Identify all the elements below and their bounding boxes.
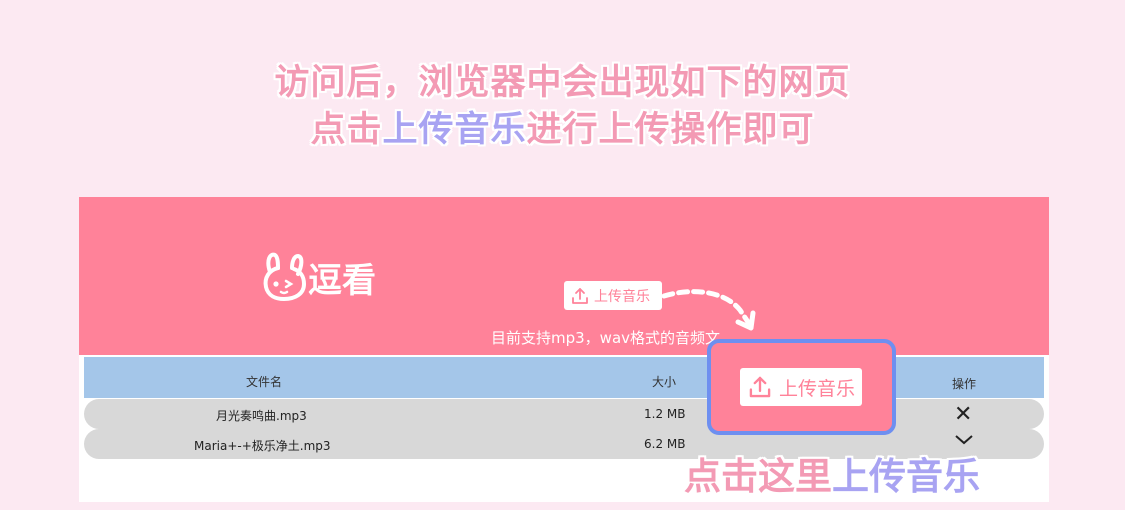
instruction-suffix: 进行上传操作即可 bbox=[526, 110, 815, 150]
upload-icon bbox=[749, 376, 771, 398]
bunny-logo-icon: 逗看 bbox=[263, 252, 376, 301]
table-row: 月光奏鸣曲.mp3 1.2 MB bbox=[84, 399, 1044, 429]
close-icon[interactable]: ✕ bbox=[954, 404, 972, 426]
caption-highlight: 上传音乐 bbox=[832, 455, 980, 498]
instruction-line-2: 点击上传音乐进行上传操作即可 bbox=[0, 101, 1125, 152]
upload-music-label-zoomed: 上传音乐 bbox=[778, 377, 855, 400]
supported-formats-text: 目前支持mp3，wav格式的音频文 bbox=[491, 329, 721, 347]
app-logo: 逗看 bbox=[262, 250, 380, 306]
instruction-prefix: 点击 bbox=[310, 110, 383, 150]
row-file-name: 月光奏鸣曲.mp3 bbox=[216, 409, 307, 423]
upload-music-label: 上传音乐 bbox=[594, 288, 650, 305]
row-file-size: 6.2 MB bbox=[644, 437, 686, 451]
column-header-actions: 操作 bbox=[952, 377, 977, 391]
instruction-highlight: 上传音乐 bbox=[382, 110, 527, 150]
caption-prefix: 点击这里 bbox=[684, 455, 832, 498]
column-header-filename: 文件名 bbox=[246, 375, 283, 389]
row-file-name: Maria+-+极乐净土.mp3 bbox=[194, 439, 331, 453]
chevron-down-icon[interactable] bbox=[954, 434, 974, 446]
logo-text: 逗看 bbox=[308, 261, 376, 301]
click-here-caption: 点击这里上传音乐 bbox=[684, 446, 980, 500]
table-header bbox=[84, 357, 1044, 398]
upload-icon bbox=[572, 287, 588, 304]
callout-highlight-box: 上传音乐 bbox=[707, 339, 896, 435]
upload-music-button[interactable]: 上传音乐 bbox=[564, 281, 662, 310]
row-file-size: 1.2 MB bbox=[644, 407, 686, 421]
column-header-size: 大小 bbox=[652, 375, 677, 389]
instruction-line-1: 访问后，浏览器中会出现如下的网页 bbox=[274, 63, 851, 103]
upload-music-button-zoomed[interactable]: 上传音乐 bbox=[740, 368, 862, 406]
